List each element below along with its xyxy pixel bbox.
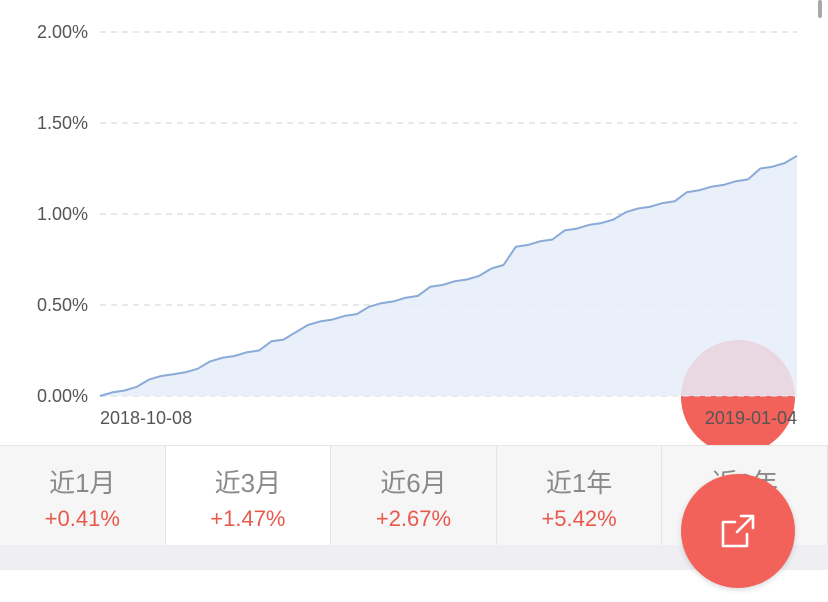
y-tick-label: 0.00% <box>37 386 88 406</box>
share-button[interactable] <box>681 474 795 588</box>
y-tick-label: 1.00% <box>37 204 88 224</box>
tab-label: 近1年 <box>545 468 613 498</box>
x-axis-labels: 2018-10-08 2019-01-04 <box>100 408 797 428</box>
share-icon <box>721 514 755 548</box>
tab-3-months[interactable]: 近3月 +1.47% <box>165 446 332 546</box>
y-tick-label: 2.00% <box>37 22 88 42</box>
tab-label: 近1月 <box>49 468 116 498</box>
tab-label: 近6月 <box>380 468 447 498</box>
tab-return: +2.67% <box>375 506 452 531</box>
tab-1-month[interactable]: 近1月 +0.41% <box>0 446 166 546</box>
x-tick-label: 2018-10-08 <box>100 408 192 428</box>
scroll-indicator <box>818 0 822 18</box>
x-tick-label: 2019-01-04 <box>705 408 797 428</box>
return-chart: 0.00% 0.50% 1.00% 1.50% 2.00% 2018-10-08 2019… <box>37 22 798 428</box>
tab-return: +5.42% <box>541 506 617 531</box>
y-tick-label: 1.50% <box>37 113 88 133</box>
y-tick-label: 0.50% <box>37 295 88 315</box>
tab-return: +0.41% <box>44 506 120 531</box>
tab-1-year[interactable]: 近1年 +5.42% <box>496 446 663 546</box>
tab-6-months[interactable]: 近6月 +2.67% <box>331 446 497 546</box>
tab-return: +1.47% <box>210 506 286 531</box>
y-axis-labels: 0.00% 0.50% 1.00% 1.50% 2.00% <box>37 22 88 406</box>
tab-label: 近3月 <box>214 468 282 498</box>
